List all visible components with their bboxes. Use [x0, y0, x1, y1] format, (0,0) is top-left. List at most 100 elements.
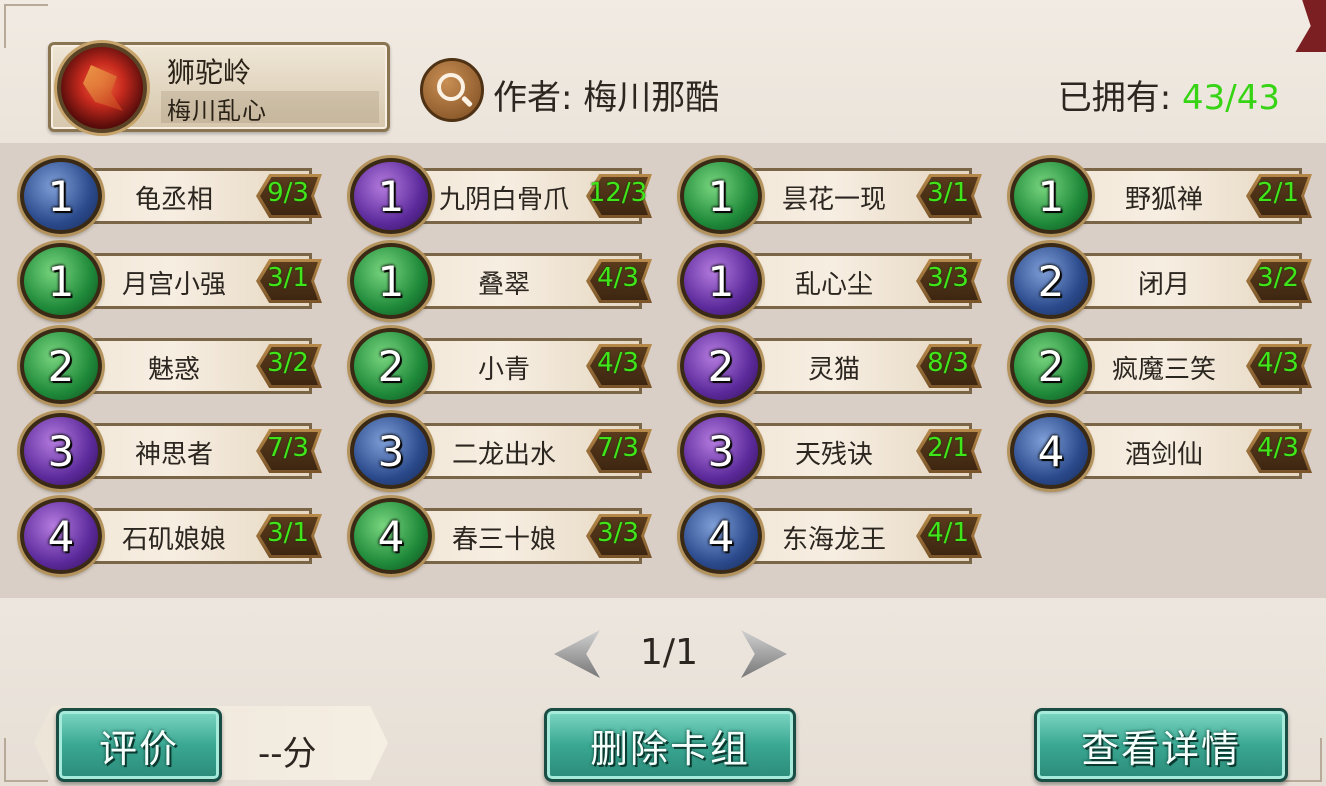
- card-name: 闭月: [1137, 270, 1190, 300]
- card-cost-gem: 1: [20, 158, 102, 234]
- card-name: 月宫小强: [121, 270, 226, 300]
- owned-value: 43/43: [1182, 78, 1280, 118]
- card-cost: 1: [377, 256, 405, 306]
- card-name: 春三十娘: [451, 525, 556, 555]
- card-entry[interactable]: 闭月 3/2 2: [1002, 243, 1314, 319]
- deck-name: 狮驼岭: [167, 56, 252, 89]
- page-indicator: 1/1: [640, 632, 698, 673]
- card-entry[interactable]: 乱心尘 3/3 1: [672, 243, 984, 319]
- card-entry[interactable]: 昙花一现 3/1 1: [672, 158, 984, 234]
- card-cost-gem: 4: [350, 498, 432, 574]
- card-name: 灵猫: [807, 355, 860, 385]
- card-entry[interactable]: 九阴白骨爪 12/3 1: [342, 158, 654, 234]
- card-name: 石矶娘娘: [121, 525, 226, 555]
- card-name: 东海龙王: [781, 525, 886, 555]
- card-cost-gem: 2: [350, 328, 432, 404]
- card-cost-gem: 1: [20, 243, 102, 319]
- card-cost: 2: [1037, 256, 1065, 306]
- card-entry[interactable]: 疯魔三笑 4/3 2: [1002, 328, 1314, 404]
- card-name: 野狐禅: [1124, 185, 1203, 215]
- card-count: 4/3: [1257, 433, 1299, 463]
- card-cost-gem: 4: [1010, 413, 1092, 489]
- card-cost-gem: 4: [20, 498, 102, 574]
- card-count: 4/3: [1257, 348, 1299, 378]
- card-count: 4/3: [597, 348, 639, 378]
- card-name: 天残诀: [794, 440, 873, 470]
- card-count: 3/2: [267, 348, 309, 378]
- card-entry[interactable]: 二龙出水 7/3 3: [342, 413, 654, 489]
- card-count: 4/1: [927, 518, 969, 548]
- card-entry[interactable]: 月宫小强 3/1 1: [12, 243, 324, 319]
- card-cost-gem: 4: [680, 498, 762, 574]
- card-cost-gem: 2: [680, 328, 762, 404]
- card-name: 叠翠: [477, 270, 530, 300]
- card-cost-gem: 1: [1010, 158, 1092, 234]
- card-count: 7/3: [267, 433, 309, 463]
- rate-button-label: 评价: [98, 726, 179, 771]
- card-cost: 3: [47, 426, 75, 476]
- card-cost-gem: 3: [680, 413, 762, 489]
- card-count: 3/3: [927, 263, 969, 293]
- card-count: 7/3: [597, 433, 639, 463]
- card-count: 3/2: [1257, 263, 1299, 293]
- card-cost-gem: 3: [350, 413, 432, 489]
- card-count: 3/3: [597, 518, 639, 548]
- card-cost-gem: 1: [350, 243, 432, 319]
- card-cost-gem: 1: [680, 158, 762, 234]
- card-entry[interactable]: 龟丞相 9/3 1: [12, 158, 324, 234]
- card-name: 酒剑仙: [1124, 440, 1203, 470]
- card-count: 2/1: [1257, 178, 1299, 208]
- card-count: 3/1: [927, 178, 969, 208]
- card-name: 小青: [477, 355, 530, 385]
- card-cost: 1: [707, 171, 735, 221]
- card-cost: 2: [707, 341, 735, 391]
- card-cost-gem: 3: [20, 413, 102, 489]
- card-entry[interactable]: 天残诀 2/1 3: [672, 413, 984, 489]
- card-entry[interactable]: 灵猫 8/3 2: [672, 328, 984, 404]
- card-name: 疯魔三笑: [1111, 355, 1216, 385]
- card-count: 8/3: [927, 348, 969, 378]
- card-entry[interactable]: 小青 4/3 2: [342, 328, 654, 404]
- card-name: 九阴白骨爪: [438, 185, 569, 215]
- card-count: 3/1: [267, 263, 309, 293]
- card-cost: 4: [377, 511, 405, 561]
- card-cost: 1: [707, 256, 735, 306]
- card-entry[interactable]: 春三十娘 3/3 4: [342, 498, 654, 574]
- card-name: 魅惑: [147, 355, 200, 385]
- card-count: 9/3: [267, 178, 309, 208]
- card-cost-gem: 2: [20, 328, 102, 404]
- view-details-button[interactable]: 查看详情: [1034, 708, 1288, 782]
- card-count: 2/1: [927, 433, 969, 463]
- card-cost-gem: 1: [680, 243, 762, 319]
- card-count: 12/3: [588, 178, 648, 208]
- card-name: 神思者: [134, 440, 213, 470]
- card-cost-gem: 1: [350, 158, 432, 234]
- card-cost: 1: [1037, 171, 1065, 221]
- deck-avatar: [57, 43, 147, 133]
- card-entry[interactable]: 酒剑仙 4/3 4: [1002, 413, 1314, 489]
- card-entry[interactable]: 野狐禅 2/1 1: [1002, 158, 1314, 234]
- card-cost: 1: [47, 256, 75, 306]
- owned-label: 已拥有:: [1057, 78, 1183, 118]
- card-entry[interactable]: 魅惑 3/2 2: [12, 328, 324, 404]
- delete-deck-button[interactable]: 删除卡组: [544, 708, 796, 782]
- card-cost: 2: [47, 341, 75, 391]
- magnifier-handle: [460, 95, 474, 108]
- delete-deck-label: 删除卡组: [589, 726, 750, 771]
- magnifier-icon: [437, 73, 465, 101]
- score-value: --分: [258, 734, 317, 774]
- card-cost: 4: [1037, 426, 1065, 476]
- search-button[interactable]: [420, 58, 484, 122]
- card-cost: 3: [707, 426, 735, 476]
- card-entry[interactable]: 东海龙王 4/1 4: [672, 498, 984, 574]
- card-cost: 1: [377, 171, 405, 221]
- card-entry[interactable]: 神思者 7/3 3: [12, 413, 324, 489]
- card-cost: 2: [377, 341, 405, 391]
- owned-count: 已拥有: 43/43: [1058, 70, 1280, 119]
- deck-header-plate: 狮驼岭 梅川乱心: [48, 42, 390, 133]
- frame-corner-top-left: [4, 4, 48, 48]
- card-entry[interactable]: 石矶娘娘 3/1 4: [12, 498, 324, 574]
- card-entry[interactable]: 叠翠 4/3 1: [342, 243, 654, 319]
- card-cost: 2: [1037, 341, 1065, 391]
- rate-button[interactable]: 评价: [56, 708, 222, 782]
